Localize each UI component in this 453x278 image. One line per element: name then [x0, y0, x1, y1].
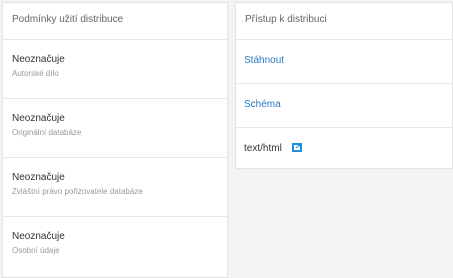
condition-status: Neoznačuje [12, 113, 65, 124]
distribution-access-header: Přístup k distribuci [236, 3, 452, 40]
access-item-download: Stáhnout [236, 40, 452, 84]
access-item-media-type: text/html [236, 128, 452, 172]
condition-label: Zvláštní právo pořizovatele databáze [12, 187, 143, 196]
distribution-access-panel: Přístup k distribuci Stáhnout Schéma tex… [235, 2, 453, 169]
condition-database-maker-right: Neoznačuje Zvláštní právo pořizovatele d… [3, 158, 227, 217]
condition-status: Neoznačuje [12, 54, 65, 65]
condition-original-database: Neoznačuje Originální databáze [3, 99, 227, 158]
external-link-icon[interactable] [291, 143, 302, 152]
condition-personal-data: Neoznačuje Osobní údaje [3, 217, 227, 276]
condition-status: Neoznačuje [12, 231, 65, 242]
access-item-schema: Schéma [236, 84, 452, 128]
usage-conditions-panel: Podmínky užití distribuce Neoznačuje Aut… [2, 2, 228, 278]
usage-conditions-header: Podmínky užití distribuce [3, 3, 227, 40]
condition-author-work: Neoznačuje Autorské dílo [3, 40, 227, 99]
schema-link[interactable]: Schéma [244, 99, 281, 110]
media-type-label: text/html [244, 143, 282, 154]
condition-label: Originální databáze [12, 128, 82, 137]
condition-status: Neoznačuje [12, 172, 65, 183]
condition-label: Osobní údaje [12, 246, 60, 255]
condition-label: Autorské dílo [12, 69, 59, 78]
download-link[interactable]: Stáhnout [244, 55, 284, 66]
